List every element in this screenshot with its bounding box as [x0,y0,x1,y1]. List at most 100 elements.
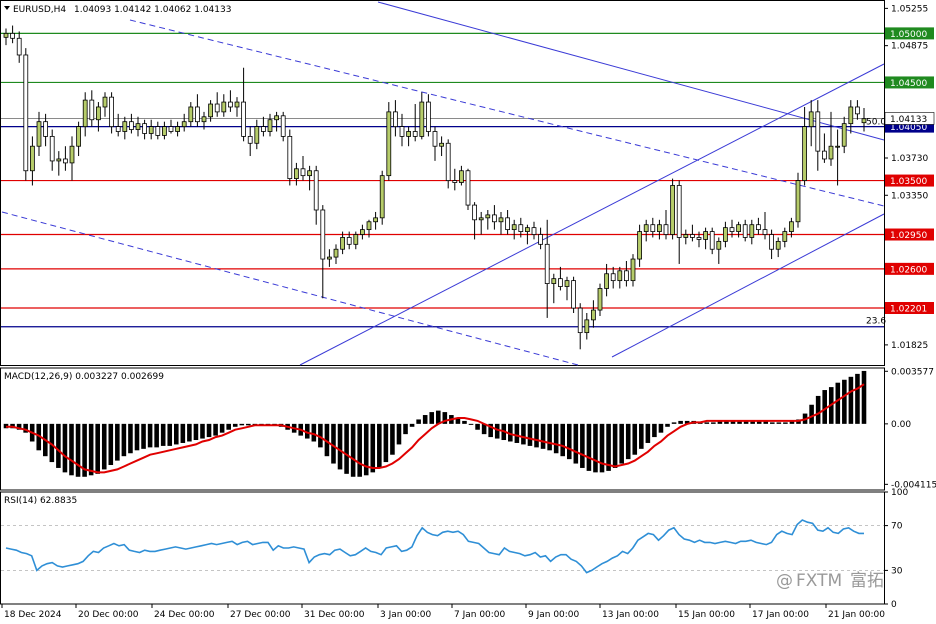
candle-body [366,221,372,231]
candle-body [148,126,154,134]
price-title: EURUSD,H4 [13,5,66,15]
macd-bar [848,376,854,424]
macd-bar [187,423,192,442]
macd-bar [678,420,683,424]
macd-bar [521,423,526,445]
candle-body [617,270,623,282]
candle-body [353,234,359,245]
candle-body [670,185,675,235]
macd-bar [468,423,474,425]
price-tick-label: 1.03730 [891,154,928,164]
macd-bar [639,423,644,449]
candle-body [16,37,22,56]
candle-body [855,106,860,115]
candle-body [162,126,167,136]
macd-bar [783,422,788,424]
candle-body [848,106,854,125]
candle-body [571,280,576,309]
candle-body [135,123,141,130]
candle-body [96,106,101,121]
macd-bar [147,423,153,448]
candle-body [115,126,121,132]
candle-body [280,115,286,137]
time-tick-label: 13 Jan 00:00 [602,610,659,620]
candle-body [465,170,471,206]
candle-body [69,145,75,164]
macd-bar [56,423,61,468]
chart-canvas: 50.0 23.6 1.05255 1.04875 1.03730 1.03350 1.01… [0,0,936,624]
macd-bar [403,423,408,435]
candle-body [564,280,570,287]
macd-bar [776,422,782,424]
macd-bar [573,423,579,464]
candle-body [690,234,695,238]
candle-body [749,224,755,238]
candle-body [789,221,794,232]
macd-bar [101,423,107,470]
macd-bar [390,423,395,455]
candle-body [709,231,715,250]
candle-body [399,126,405,137]
time-tick-label: 21 Jan 00:00 [828,610,885,620]
candle-body [201,116,207,123]
level-tag-label: 1.02600 [890,265,927,275]
rsi-tick-label: 30 [891,566,903,576]
candle-body [775,240,781,250]
macd-bar [527,423,533,446]
candle-body [267,119,273,132]
candle-body [795,180,801,223]
macd-bar [422,415,428,424]
macd-bar [409,423,415,427]
candle-body [373,217,378,223]
macd-bar [619,423,624,464]
candle-body [23,54,29,172]
candle-body [505,217,510,231]
price-tick-label: 1.05255 [891,4,928,14]
macd-bar [108,423,114,466]
level-tag-label: 1.05000 [890,30,927,40]
macd-bar [134,423,140,451]
macd-bar [154,423,159,448]
candle-body [419,101,425,137]
macd-bar [665,423,670,427]
candle-body [591,309,596,321]
candle-body [762,229,768,235]
macd-bar [370,423,376,473]
candle-body [346,237,352,245]
candle-body [294,168,299,179]
candle-body [287,136,293,179]
macd-bar [652,423,657,438]
macd-bar [206,423,212,438]
macd-bar [599,423,605,473]
candle-body [716,240,722,250]
candle-body [538,234,543,245]
candle-body [459,170,464,183]
macd-bar [350,423,356,477]
candle-body [300,168,306,177]
macd-bar [671,422,677,424]
candle-body [624,270,629,282]
macd-bar [645,423,651,443]
candle-body [175,126,180,132]
candle-body [360,229,365,235]
candle-body [76,126,81,147]
candle-body [551,278,557,284]
candle-body [676,185,682,238]
candle-body [36,121,42,147]
candle-body [485,214,491,219]
macd-bar [586,423,592,471]
time-tick-label: 27 Dec 00:00 [230,610,291,620]
candle-body [426,101,431,132]
candle-body [452,180,458,183]
candle-body [333,248,339,258]
macd-bar [580,423,585,468]
macd-bar [75,423,81,477]
candle-body [841,123,847,147]
candle-body [208,103,213,118]
candle-body [49,136,55,162]
candle-body [412,131,418,137]
macd-bar [193,423,199,441]
candle-body [313,170,319,211]
candle-body [327,256,332,260]
level-tag-label: 1.02950 [890,231,927,241]
